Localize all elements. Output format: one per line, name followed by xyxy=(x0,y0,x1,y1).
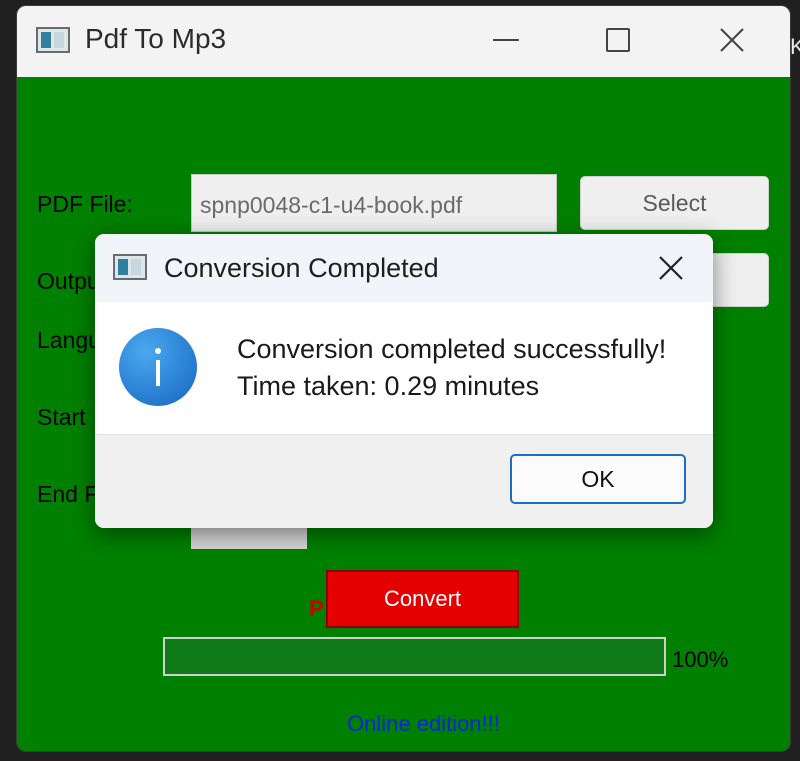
app-icon xyxy=(36,27,70,53)
progress-bar-fill xyxy=(165,639,664,674)
end-page-label: End F xyxy=(37,481,99,507)
dialog-titlebar[interactable]: Conversion Completed xyxy=(95,234,713,302)
processing-status-text: P xyxy=(309,596,324,621)
dialog-close-button[interactable] xyxy=(651,250,691,286)
dialog-footer: OK xyxy=(95,434,713,528)
dialog-app-icon xyxy=(113,254,147,280)
convert-button[interactable]: Convert xyxy=(326,570,519,628)
dialog-title: Conversion Completed xyxy=(164,253,439,283)
background-window-edge: K xyxy=(790,34,800,59)
start-page-label: Start xyxy=(37,404,86,430)
pdf-file-label: PDF File: xyxy=(37,191,133,217)
output-label: Outpu xyxy=(37,268,100,294)
info-glyph xyxy=(155,348,161,386)
close-icon xyxy=(720,28,744,52)
info-icon xyxy=(119,328,197,406)
end-page-input[interactable] xyxy=(191,527,307,549)
window-title: Pdf To Mp3 xyxy=(85,23,227,54)
close-icon xyxy=(659,256,683,280)
dialog-message-line1: Conversion completed successfully! xyxy=(237,334,667,364)
pdf-file-input[interactable]: spnp0048-c1-u4-book.pdf xyxy=(191,174,557,232)
online-edition-text: Online edition!!! xyxy=(347,711,500,736)
progress-bar xyxy=(163,637,666,676)
select-pdf-button[interactable]: Select xyxy=(580,176,769,230)
language-label: Langu xyxy=(37,327,101,353)
close-button[interactable] xyxy=(707,20,757,60)
maximize-icon xyxy=(606,28,630,52)
dialog-body: Conversion completed successfully! Time … xyxy=(95,302,713,434)
ok-button[interactable]: OK xyxy=(510,454,686,504)
minimize-button[interactable] xyxy=(481,20,531,60)
window-titlebar[interactable]: Pdf To Mp3 xyxy=(17,6,790,77)
progress-percent-text: 100% xyxy=(672,647,729,672)
maximize-button[interactable] xyxy=(593,20,643,60)
dialog-message-line2: Time taken: 0.29 minutes xyxy=(237,371,540,401)
conversion-completed-dialog: Conversion Completed Conversion complete… xyxy=(95,234,713,528)
minimize-icon xyxy=(493,39,519,41)
